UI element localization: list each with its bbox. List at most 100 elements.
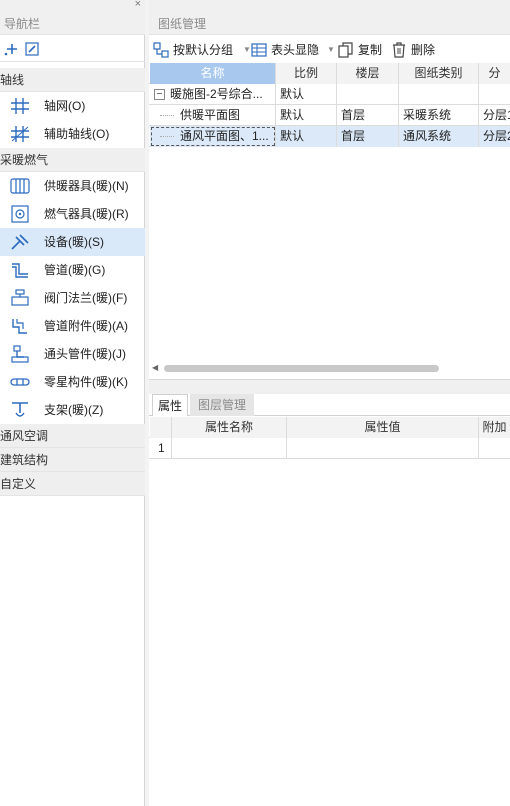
column-header-layer[interactable]: 分: [479, 63, 510, 84]
drawing-toolbar: 按默认分组 ▼ 表头显隐 ▼ 复制 删除: [149, 37, 510, 63]
pipe-icon: [12, 263, 28, 278]
add-point-icon[interactable]: [3, 41, 19, 57]
properties-panel: 属性 图层管理 属性名称 属性值 附加 1: [149, 379, 510, 806]
properties-table: 属性名称 属性值 附加 1: [149, 417, 510, 459]
table-row[interactable]: 1: [149, 438, 510, 459]
group-icon: [153, 42, 169, 58]
nav-category-axis[interactable]: 轴线: [0, 68, 145, 92]
table-header-icon: [251, 43, 267, 57]
nav-item-label: 支架(暖)(Z): [44, 403, 104, 417]
properties-tabs: 属性 图层管理: [149, 394, 510, 416]
column-header-property-value[interactable]: 属性值: [287, 417, 479, 438]
column-header-name[interactable]: 名称: [150, 63, 276, 84]
delete-button[interactable]: 删除: [391, 40, 441, 60]
cell-category: [399, 84, 479, 105]
nav-item-auxiliary-axis[interactable]: 辅助轴线(O): [0, 120, 145, 148]
cell-property-value[interactable]: [287, 438, 479, 459]
horizontal-scrollbar[interactable]: ◀: [149, 362, 510, 374]
cell-name: 供暖平面图: [150, 105, 276, 126]
cell-scale: 默认: [276, 84, 337, 105]
copy-button-label: 复制: [358, 43, 383, 57]
group-by-default-button[interactable]: 按默认分组 ▼: [153, 40, 251, 60]
nav-category-heating-gas[interactable]: 采暖燃气: [0, 148, 145, 172]
table-header-row: 名称 比例 楼层 图纸类别 分: [149, 63, 510, 84]
nav-item-valve-flange[interactable]: 阀门法兰(暖)(F): [0, 284, 145, 312]
collapse-toggle[interactable]: −: [154, 89, 165, 100]
edit-icon[interactable]: [24, 41, 40, 57]
panel-titlebar: [149, 0, 510, 13]
table-row-selected[interactable]: 通风平面图、1... 默认 首层 通风系统 分层2: [149, 126, 510, 147]
nav-toolbar: [0, 36, 145, 62]
nav-list: 轴线 轴网(O) 辅助轴线(O) 采暖燃气 供暖器具(暖)(N) 燃气器具(暖)…: [0, 68, 145, 496]
nav-item-pipe[interactable]: 管道(暖)(G): [0, 256, 145, 284]
navigation-panel: × 导航栏 轴线 轴网(O) 辅助轴线(O) 采暖燃气 供暖器具(暖)(N) 燃…: [0, 0, 145, 806]
delete-button-label: 删除: [411, 43, 436, 57]
chevron-down-icon: ▼: [327, 45, 335, 54]
nav-item-gas-appliance[interactable]: 燃气器具(暖)(R): [0, 200, 145, 228]
nav-item-bracket[interactable]: 支架(暖)(Z): [0, 396, 145, 424]
close-icon[interactable]: ×: [135, 0, 141, 10]
cell-name: − 暖施图-2号综合...: [150, 84, 276, 105]
nav-item-label: 管道(暖)(G): [44, 263, 106, 277]
pipe-fitting-icon: [11, 345, 29, 363]
nav-item-misc-component[interactable]: 零星构件(暖)(K): [0, 368, 145, 396]
nav-item-pipe-fitting[interactable]: 通头管件(暖)(J): [0, 340, 145, 368]
nav-item-pipe-accessory[interactable]: 管道附件(暖)(A): [0, 312, 145, 340]
nav-item-label: 阀门法兰(暖)(F): [44, 291, 128, 305]
panel-title: 图纸管理: [149, 13, 510, 35]
column-header-property-name[interactable]: 属性名称: [172, 417, 287, 438]
cell-name-text: 通风平面图、1...: [180, 129, 269, 143]
cell-layer: 分层1: [483, 108, 510, 122]
copy-button[interactable]: 复制: [338, 40, 386, 60]
equipment-icon: [11, 234, 29, 250]
scroll-left-icon[interactable]: ◀: [152, 362, 158, 374]
cell-extra[interactable]: [479, 438, 510, 459]
cell-layer: [479, 84, 510, 105]
pipe-accessory-icon: [12, 319, 27, 334]
cell-floor: [337, 84, 399, 105]
cell-property-name[interactable]: [172, 438, 287, 459]
nav-item-label: 轴网(O): [44, 99, 86, 113]
tab-properties[interactable]: 属性: [152, 394, 188, 416]
row-number: 1: [150, 438, 172, 459]
nav-category-structure[interactable]: 建筑结构: [0, 448, 145, 472]
nav-item-label: 零星构件(暖)(K): [44, 375, 128, 389]
nav-titlebar: ×: [0, 0, 145, 13]
nav-category-ventilation[interactable]: 通风空调: [0, 424, 145, 448]
nav-item-label: 辅助轴线(O): [44, 127, 110, 141]
nav-item-equipment[interactable]: 设备(暖)(S): [0, 228, 145, 256]
scrollbar-thumb[interactable]: [164, 365, 439, 372]
nav-item-grid[interactable]: 轴网(O): [0, 92, 145, 120]
cell-name-text: 供暖平面图: [180, 108, 241, 122]
tree-connector: [160, 136, 174, 137]
table-row[interactable]: 供暖平面图 默认 首层 采暖系统 分层1: [149, 105, 510, 126]
nav-item-label: 燃气器具(暖)(R): [44, 207, 129, 221]
column-header-index: [150, 417, 172, 438]
properties-header-row: 属性名称 属性值 附加: [149, 417, 510, 438]
tree-connector: [160, 115, 174, 116]
nav-item-label: 设备(暖)(S): [44, 235, 104, 249]
toggle-header-button[interactable]: 表头显隐 ▼: [251, 40, 335, 60]
grid-axis-icon: [11, 98, 29, 114]
nav-category-custom[interactable]: 自定义: [0, 472, 145, 496]
column-header-category[interactable]: 图纸类别: [399, 63, 479, 84]
drawing-table: 名称 比例 楼层 图纸类别 分 − 暖施图-2号综合... 默认 供暖平面图 默…: [149, 63, 510, 147]
table-row[interactable]: − 暖施图-2号综合... 默认: [149, 84, 510, 105]
gas-appliance-icon: [11, 205, 29, 223]
column-header-extra[interactable]: 附加: [479, 417, 510, 438]
misc-component-icon: [10, 378, 30, 386]
bracket-icon: [12, 402, 28, 417]
chevron-down-icon: ▼: [243, 45, 251, 54]
tab-layer-management[interactable]: 图层管理: [190, 394, 254, 416]
cell-scale: 默认: [276, 126, 337, 147]
nav-item-label: 管道附件(暖)(A): [44, 319, 128, 333]
cell-category: 采暖系统: [399, 105, 479, 126]
cell-floor: 首层: [337, 126, 399, 147]
cell-name: 通风平面图、1...: [150, 126, 276, 147]
column-header-floor[interactable]: 楼层: [337, 63, 399, 84]
panel-gap: [149, 380, 510, 394]
column-header-scale[interactable]: 比例: [276, 63, 337, 84]
nav-title: 导航栏: [0, 13, 145, 35]
cell-name-text: 暖施图-2号综合...: [170, 87, 263, 101]
nav-item-radiator[interactable]: 供暖器具(暖)(N): [0, 172, 145, 200]
